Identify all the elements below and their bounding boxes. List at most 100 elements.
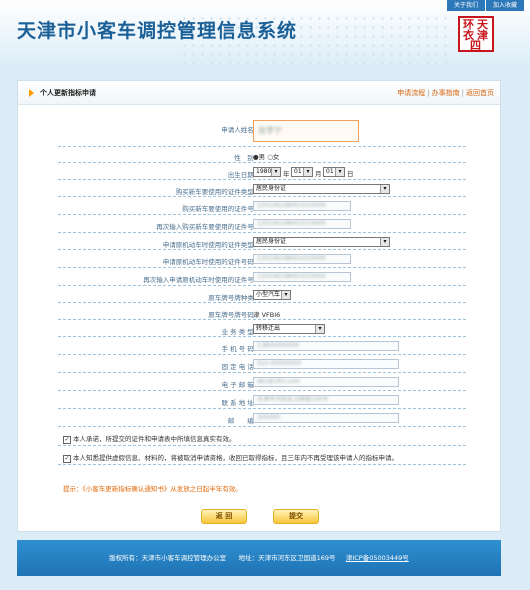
month-unit: 月 [315,170,322,178]
site-header: 天津市小客车调控管理信息系统 关于我们 加入收藏 天 津 环 衣 四 [0,0,530,68]
zip-label: 邮 编: [227,417,256,425]
birth-label: 出生日期: [227,171,256,179]
email-input[interactable]: abc@163.com [253,377,399,387]
applicant-name-input[interactable]: 张李宁 [253,120,359,142]
copyright-value: 天津市小客车调控管理办公室 [141,554,227,562]
submit-button[interactable]: 提交 [273,509,319,524]
address-row: 联 系 地 址: 天津市河东区卫国道100号 [58,393,466,409]
agreement-2-text: 本人知悉提供虚假信息、材料的，将被取消申请资格，收回已取得指标，且三年内不再受理… [73,454,398,462]
address-label: 联 系 地 址: [221,399,256,407]
address-value: 天津市河东区卫国道169号 [258,554,336,562]
orig-id-no-repeat-value: 120106198001010000 [257,273,326,280]
panel-links: 申请流程 | 办事指南 | 返回首页 [397,89,494,97]
orig-id-no-label: 申请原机动车时使用的证件号码: [162,258,256,266]
site-footer: 版权所有：天津市小客车调控管理办公室 地址：天津市河东区卫国道169号 津ICP… [17,540,501,576]
agreement-1-text: 本人承诺，所提交的证件和申请表中所填信息真实有效。 [73,435,236,443]
divider [58,464,466,465]
year-unit: 年 [283,170,290,178]
buyer-id-no-label: 购买新车要使用的证件号: [182,205,256,213]
plate-type-select[interactable]: 小型汽车 [253,290,291,300]
footer-text: 版权所有：天津市小客车调控管理办公室 地址：天津市河东区卫国道169号 津ICP… [17,552,501,562]
applicant-name-label: 申请人姓名: [221,126,256,134]
applicant-name-value: 张李宁 [258,126,282,135]
top-links: 关于我们 加入收藏 [446,0,524,11]
mobile-row: 手 机 号 码: 13800000000 [58,339,466,355]
plate-no-label: 原车牌号牌号码: [208,311,256,319]
birth-year-select[interactable]: 1980 [253,167,281,177]
panel-header: 个人更新指标申请 申请流程 | 办事指南 | 返回首页 [18,81,500,105]
orig-id-no-repeat-row: 再次输入申请原机动车时使用的证件号: 120106198001010000 [58,270,466,286]
home-link[interactable]: 返回首页 [466,89,494,97]
icp-link[interactable]: 津ICP备05003449号 [346,554,409,562]
orig-id-type-row: 申请原机动车时使用的证件类型: 居民身份证 [58,235,466,250]
gender-row: 性 别: ●男 ○女 [58,149,466,163]
site-title: 天津市小客车调控管理信息系统 [17,20,298,42]
phone-row: 固 定 电 话: 022-00000000 [58,357,466,373]
arrow-icon [29,89,34,97]
orig-id-type-label: 申请原机动车时使用的证件类型: [162,241,256,249]
name-row: 申请人姓名: 张李宁 [58,119,466,147]
email-value: abc@163.com [257,378,300,385]
orig-id-no-repeat-input[interactable]: 120106198001010000 [253,272,351,282]
email-row: 电 子 邮 箱: abc@163.com [58,375,466,391]
buyer-id-no-repeat-value: 120106198001010000 [257,220,326,227]
zip-row: 邮 编: 300000 [58,411,466,427]
buyer-id-no-row: 购买新车要使用的证件号: 120106198001010000 [58,199,466,215]
business-type-label: 业 务 类 型: [221,328,256,336]
copyright-label: 版权所有： [109,554,142,562]
email-label: 电 子 邮 箱: [221,381,256,389]
plate-no-row: 原车牌号牌号码: 津 VFBI6 [58,305,466,320]
zip-input[interactable]: 300000 [253,413,399,423]
checkbox-checked-icon[interactable]: ✓ [63,455,71,463]
guide-link[interactable]: 办事指南 [432,89,460,97]
gender-options: ●男 ○女 [253,151,279,161]
back-button[interactable]: 返 回 [201,509,247,524]
orig-id-no-repeat-label: 再次输入申请原机动车时使用的证件号: [143,276,256,284]
gender-male-label: 男 [258,153,266,161]
zip-value: 300000 [257,414,280,421]
agreement-1[interactable]: ✓ 本人承诺，所提交的证件和申请表中所填信息真实有效。 [63,433,236,444]
panel-title: 个人更新指标申请 [40,89,96,97]
plate-no-value: 津 VFBI6 [253,311,281,319]
buyer-id-no-repeat-input[interactable]: 120106198001010000 [253,219,351,229]
phone-input[interactable]: 022-00000000 [253,359,399,369]
orig-id-no-row: 申请原机动车时使用的证件号码: 120106198001010000 [58,252,466,268]
buyer-id-no-repeat-label: 再次输入购买新车要使用的证件号: [156,223,256,231]
day-unit: 日 [347,170,354,178]
phone-label: 固 定 电 话: [221,363,256,371]
plate-type-label: 原车牌号牌种类: [208,294,256,302]
mobile-input[interactable]: 13800000000 [253,341,399,351]
application-panel: 个人更新指标申请 申请流程 | 办事指南 | 返回首页 申请人姓名: 张李宁 性 别: … [17,80,501,532]
mobile-label: 手 机 号 码: [221,345,256,353]
buyer-id-type-select[interactable]: 居民身份证 [253,184,390,194]
address-input[interactable]: 天津市河东区卫国道100号 [253,395,399,405]
plate-type-row: 原车牌号牌种类: 小型汽车 [58,288,466,303]
phone-value: 022-00000000 [257,360,302,367]
buyer-id-type-label: 购买新车要使用的证件类型: [175,188,256,196]
birth-month-select[interactable]: 01 [291,167,313,177]
about-us-link[interactable]: 关于我们 [446,0,485,11]
address-label: 地址： [238,554,259,562]
gender-female-label: 女 [272,153,280,161]
buyer-id-no-repeat-row: 再次输入购买新车要使用的证件号: 120106198001010000 [58,217,466,233]
add-favorite-link[interactable]: 加入收藏 [485,0,524,11]
checkbox-checked-icon[interactable]: ✓ [63,436,71,444]
mobile-value: 13800000000 [257,342,299,349]
buyer-id-no-value: 120106198001010000 [257,202,326,209]
seal-char: 四 [470,39,481,52]
address-value: 天津市河东区卫国道100号 [257,396,329,403]
business-type-select[interactable]: 转移迁出 [253,324,325,334]
agreement-2[interactable]: ✓ 本人知悉提供虚假信息、材料的，将被取消申请资格，收回已取得指标，且三年内不再受… [63,452,398,463]
hint-text: 提示：《小客车更新指标确认通知书》从发放之日起半年有效。 [63,485,242,493]
orig-id-type-select[interactable]: 居民身份证 [253,237,390,247]
process-link[interactable]: 申请流程 [397,89,425,97]
divider [58,445,466,446]
buyer-id-no-input[interactable]: 120106198001010000 [253,201,351,211]
logo-seal: 天 津 环 衣 四 [458,16,494,52]
orig-id-no-input[interactable]: 120106198001010000 [253,254,351,264]
business-type-row: 业 务 类 型: 转移迁出 [58,322,466,337]
birth-day-select[interactable]: 01 [323,167,345,177]
buyer-id-type-row: 购买新车要使用的证件类型: 居民身份证 [58,182,466,197]
birth-row: 出生日期: 1980 年 01 月 01 日 [58,165,466,180]
orig-id-no-value: 120106198001010000 [257,255,326,262]
